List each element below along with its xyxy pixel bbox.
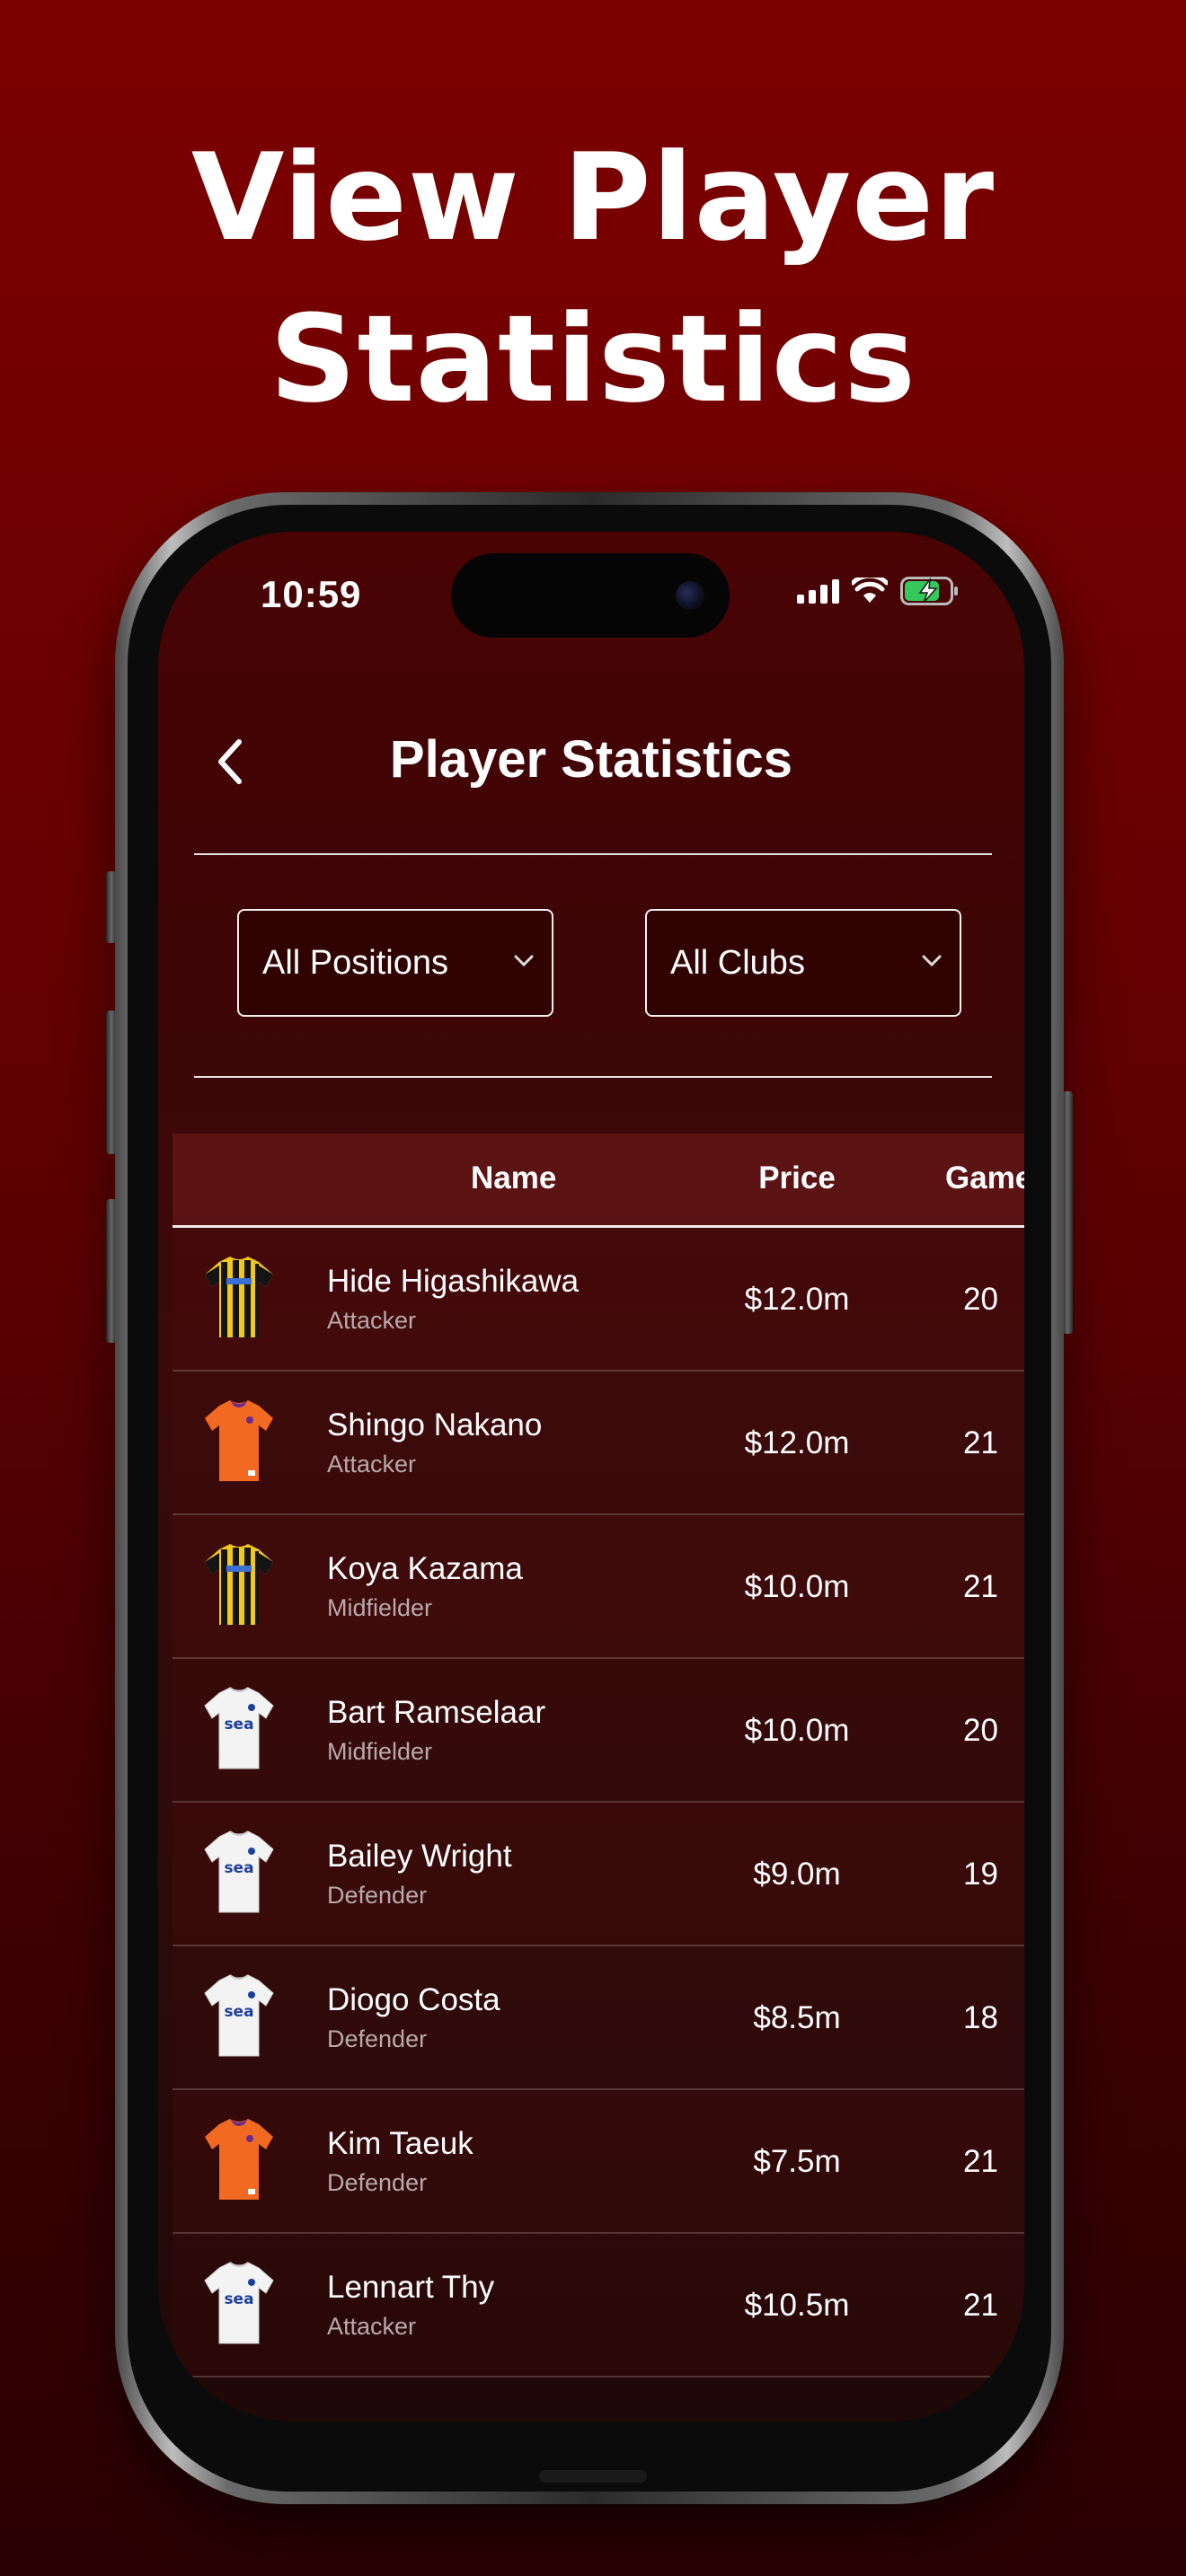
svg-text:sea: sea	[224, 2003, 253, 2021]
player-position: Midfielder	[327, 1738, 433, 1765]
battery-charging-icon	[900, 577, 958, 605]
table-row[interactable]: Kim Taeuk Defender $7.5m 21	[173, 2090, 1024, 2234]
headline-line-1: View Player	[190, 128, 996, 268]
player-games: 21	[963, 2144, 998, 2179]
divider-bottom	[194, 1076, 992, 1078]
position-filter-label: All Positions	[262, 943, 448, 982]
svg-text:sea: sea	[224, 1716, 253, 1734]
column-header-price[interactable]: Price	[685, 1160, 909, 1196]
player-name: Diogo Costa	[327, 1982, 500, 2017]
player-position: Midfielder	[327, 1594, 433, 1621]
player-position: Defender	[327, 1882, 428, 1909]
divider-top	[194, 853, 992, 855]
player-position: Attacker	[327, 1307, 417, 1334]
table-row[interactable]: sea Lennart Thy Attacker $10.5m 21	[173, 2234, 1024, 2378]
player-price: $10.0m	[744, 1569, 850, 1604]
table-row[interactable]: sea Diogo Costa Defender $8.5m 18	[173, 1946, 1024, 2090]
player-price: $12.0m	[744, 1425, 850, 1460]
club-filter-select[interactable]: All Clubs	[645, 909, 961, 1017]
player-price: $12.0m	[744, 1282, 850, 1317]
player-price: $7.5m	[753, 2144, 841, 2179]
wifi-icon	[852, 578, 888, 603]
player-name: Shingo Nakano	[327, 1407, 543, 1442]
player-games: 19	[963, 1857, 998, 1892]
jersey-icon	[203, 1542, 275, 1628]
front-camera-icon	[676, 581, 704, 610]
table-row[interactable]: sea Bailey Wright Defender $9.0m 19	[173, 1803, 1024, 1946]
headline-line-2: Statistics	[270, 289, 916, 429]
player-name: Hide Higashikawa	[327, 1264, 580, 1299]
status-time: 10:59	[261, 573, 362, 615]
player-name: Kim Taeuk	[327, 2126, 474, 2161]
player-games: 21	[963, 1425, 998, 1460]
club-filter-label: All Clubs	[670, 943, 805, 982]
status-icons	[797, 577, 960, 605]
bottom-port	[539, 2470, 647, 2483]
column-header-name[interactable]: Name	[471, 1160, 556, 1196]
table-header: Name Price Game	[173, 1134, 1024, 1228]
svg-text:sea: sea	[224, 2290, 253, 2308]
player-games: 18	[963, 2000, 998, 2035]
table-row[interactable]: sea Bart Ramselaar Midfielder $10.0m 20	[173, 1659, 1024, 1803]
player-position: Defender	[327, 2025, 428, 2052]
position-filter-select[interactable]: All Positions	[237, 909, 553, 1017]
player-games: 20	[963, 1713, 998, 1748]
table-row[interactable]: Shingo Nakano Attacker $12.0m 21	[173, 1372, 1024, 1515]
jersey-icon: sea	[203, 1686, 275, 1772]
player-games: 20	[963, 1282, 998, 1317]
phone-screen: 10:59 Player Statistics All Positions Al…	[158, 532, 1024, 2422]
player-price: $10.5m	[744, 2288, 850, 2323]
svg-text:sea: sea	[224, 1859, 253, 1877]
player-position: Attacker	[327, 1451, 417, 1478]
player-position: Attacker	[327, 2313, 417, 2340]
table-body: Hide Higashikawa Attacker $12.0m 20 Shin…	[173, 1228, 1024, 2378]
player-stats-table: Name Price Game Hide Higashikawa Attacke…	[173, 1134, 1024, 2378]
player-price: $10.0m	[744, 1713, 850, 1748]
jersey-icon	[203, 1398, 275, 1485]
column-header-games[interactable]: Game	[945, 1160, 1024, 1196]
chevron-down-icon	[514, 955, 534, 967]
jersey-icon: sea	[203, 2261, 275, 2347]
headline: View Player Statistics	[0, 117, 1186, 440]
table-row[interactable]: Hide Higashikawa Attacker $12.0m 20	[173, 1228, 1024, 1372]
player-position: Defender	[327, 2169, 428, 2196]
chevron-down-icon	[922, 955, 942, 967]
player-name: Bart Ramselaar	[327, 1695, 546, 1730]
dynamic-island	[451, 553, 730, 638]
jersey-icon: sea	[203, 1973, 275, 2060]
player-name: Koya Kazama	[327, 1551, 523, 1586]
player-name: Bailey Wright	[327, 1839, 512, 1874]
jersey-icon	[203, 2117, 275, 2203]
player-price: $9.0m	[753, 1857, 841, 1892]
player-name: Lennart Thy	[327, 2270, 495, 2305]
player-games: 21	[963, 2288, 998, 2323]
page-title: Player Statistics	[389, 730, 793, 789]
jersey-icon: sea	[203, 1830, 275, 1916]
player-price: $8.5m	[753, 2000, 841, 2035]
player-games: 21	[963, 1569, 998, 1604]
cellular-signal-icon	[797, 578, 839, 604]
jersey-icon	[203, 1255, 275, 1341]
table-row[interactable]: Koya Kazama Midfielder $10.0m 21	[173, 1515, 1024, 1659]
